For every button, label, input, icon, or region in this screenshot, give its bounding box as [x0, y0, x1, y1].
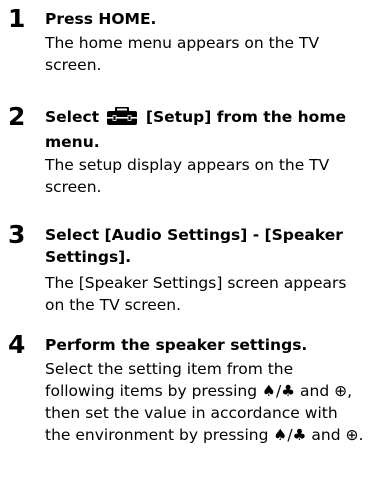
- desc-text: and: [311, 426, 341, 444]
- step-number: 2: [8, 102, 26, 131]
- enter-circle-plus-icon: ⊕: [345, 426, 359, 444]
- step-title: Perform the speaker settings.: [45, 336, 308, 354]
- desc-text: and: [300, 382, 330, 400]
- step-title: Press HOME.: [45, 10, 157, 28]
- enter-circle-plus-icon: ⊕: [334, 382, 348, 400]
- step-description: The setup display appears on the TV scre…: [45, 156, 330, 196]
- up-down-arrow-icon: ♠/♣: [262, 382, 296, 400]
- step-number: 1: [8, 4, 26, 33]
- step-number: 3: [8, 220, 26, 249]
- title-prefix: Select: [45, 108, 100, 126]
- desc-text: .: [358, 426, 364, 444]
- toolbox-icon: [106, 106, 137, 131]
- desc-text: Select the setting item from the followi…: [45, 360, 294, 400]
- step-description: The [Speaker Settings] screen appears on…: [45, 274, 347, 314]
- step-title: Select [Setup] from the home menu.: [45, 106, 367, 153]
- up-down-arrow-icon: ♠/♣: [273, 426, 307, 444]
- step-number: 4: [8, 330, 26, 359]
- step-title: Select [Audio Settings] - [Speaker Setti…: [45, 226, 343, 266]
- step-description: The home menu appears on the TV screen.: [45, 34, 320, 74]
- step-description: Select the setting item from the followi…: [45, 358, 367, 446]
